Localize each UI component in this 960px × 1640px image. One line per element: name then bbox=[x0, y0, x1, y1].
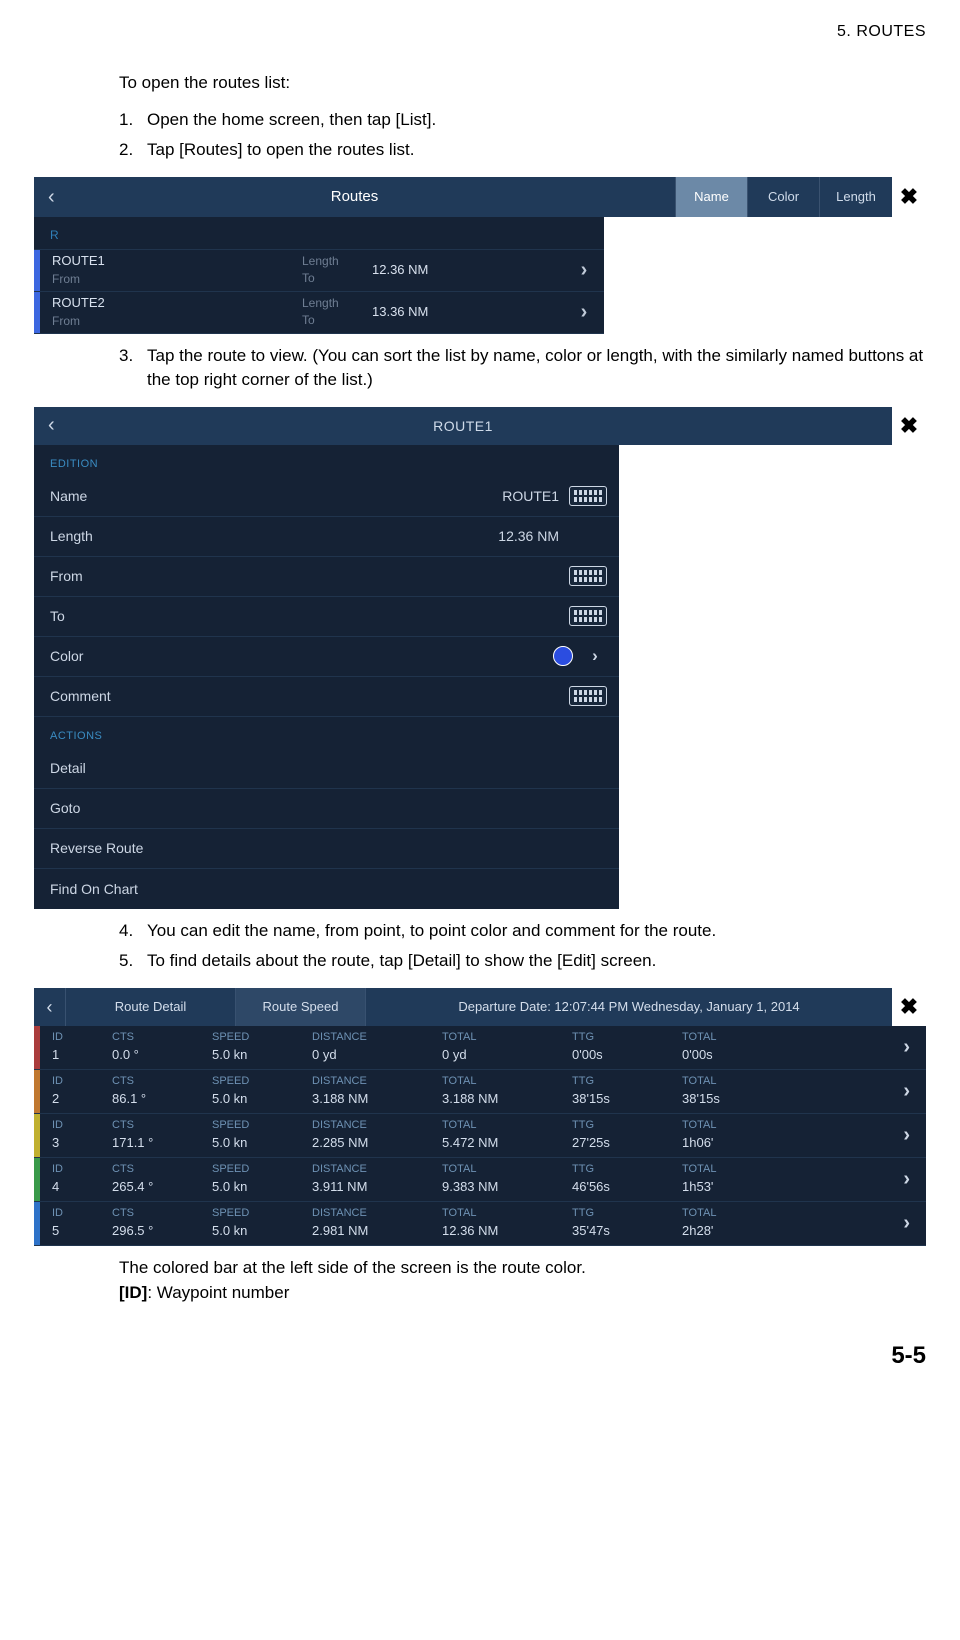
back-icon[interactable]: ‹ bbox=[34, 988, 66, 1026]
route-from-label: From bbox=[52, 313, 302, 330]
reverse-action[interactable]: Reverse Route bbox=[34, 829, 619, 869]
waypoint-row[interactable]: ID3CTS171.1 °SPEED5.0 knDISTANCE2.285 NM… bbox=[34, 1114, 926, 1158]
route-detail-screenshot: ‹ Route Detail Route Speed Departure Dat… bbox=[34, 988, 926, 1246]
keyboard-icon[interactable] bbox=[569, 686, 607, 706]
routes-list-screenshot: ‹ Routes Name Color Length ✖ R ROUTE1 Fr… bbox=[34, 177, 926, 333]
waypoint-row[interactable]: ID1CTS0.0 °SPEED5.0 knDISTANCE0 ydTOTAL0… bbox=[34, 1026, 926, 1070]
chevron-right-icon[interactable]: › bbox=[564, 292, 604, 333]
waypoint-row[interactable]: ID5CTS296.5 °SPEED5.0 knDISTANCE2.981 NM… bbox=[34, 1202, 926, 1246]
waypoint-row[interactable]: ID2CTS86.1 °SPEED5.0 knDISTANCE3.188 NMT… bbox=[34, 1070, 926, 1114]
chevron-right-icon[interactable]: › bbox=[792, 1070, 926, 1113]
chevron-right-icon[interactable]: › bbox=[792, 1026, 926, 1069]
waypoint-row[interactable]: ID4CTS265.4 °SPEED5.0 knDISTANCE3.911 NM… bbox=[34, 1158, 926, 1202]
chapter-header: 5. ROUTES bbox=[34, 20, 926, 43]
detail-action[interactable]: Detail bbox=[34, 749, 619, 789]
chevron-right-icon[interactable]: › bbox=[792, 1158, 926, 1201]
route-detail-title: Route Detail bbox=[66, 988, 236, 1026]
route-length: 13.36 NM bbox=[372, 303, 564, 322]
edition-section: EDITION bbox=[34, 445, 619, 477]
step-number: 5. bbox=[119, 949, 147, 974]
sort-name-button[interactable]: Name bbox=[676, 177, 748, 217]
section-letter: R bbox=[34, 217, 604, 249]
intro-text: To open the routes list: bbox=[119, 71, 926, 96]
route-row[interactable]: ROUTE2 From Length To 13.36 NM › bbox=[34, 292, 604, 334]
close-icon[interactable]: ✖ bbox=[892, 988, 926, 1026]
back-icon[interactable]: ‹ bbox=[48, 183, 55, 212]
name-row[interactable]: Name ROUTE1 bbox=[34, 477, 619, 517]
route-title: ROUTE1 bbox=[433, 416, 493, 436]
keyboard-icon[interactable] bbox=[569, 566, 607, 586]
find-on-chart-action[interactable]: Find On Chart bbox=[34, 869, 619, 909]
page-number: 5-5 bbox=[34, 1339, 926, 1374]
route-row[interactable]: ROUTE1 From Length To 12.36 NM › bbox=[34, 250, 604, 292]
length-value: 12.36 NM bbox=[210, 526, 607, 546]
chevron-right-icon[interactable]: › bbox=[583, 644, 607, 669]
sort-color-button[interactable]: Color bbox=[748, 177, 820, 217]
length-label: Length bbox=[302, 295, 372, 312]
comment-row[interactable]: Comment bbox=[34, 677, 619, 717]
route-edit-screenshot: ‹ ROUTE1 ✖ EDITION Name ROUTE1 Length 12… bbox=[34, 407, 926, 909]
to-label: To bbox=[302, 312, 372, 329]
to-label: To bbox=[50, 606, 210, 626]
route-speed-button[interactable]: Route Speed bbox=[236, 988, 366, 1026]
color-swatch bbox=[553, 646, 573, 666]
actions-section: ACTIONS bbox=[34, 717, 619, 749]
name-value: ROUTE1 bbox=[210, 486, 569, 506]
routes-title: Routes bbox=[331, 186, 379, 208]
length-row: Length 12.36 NM bbox=[34, 517, 619, 557]
route-name: ROUTE2 bbox=[52, 294, 302, 313]
close-icon[interactable]: ✖ bbox=[892, 177, 926, 217]
footer-id-line: [ID]: Waypoint number bbox=[119, 1281, 926, 1306]
sort-length-button[interactable]: Length bbox=[820, 177, 892, 217]
route-name: ROUTE1 bbox=[52, 252, 302, 271]
step-text: Tap [Routes] to open the routes list. bbox=[147, 138, 926, 163]
route-from-label: From bbox=[52, 271, 302, 288]
length-label: Length bbox=[50, 526, 210, 546]
step-number: 3. bbox=[119, 344, 147, 393]
footer-line: The colored bar at the left side of the … bbox=[119, 1256, 926, 1281]
step-text: Tap the route to view. (You can sort the… bbox=[147, 344, 926, 393]
back-icon[interactable]: ‹ bbox=[48, 411, 55, 440]
to-label: To bbox=[302, 270, 372, 287]
step-text: You can edit the name, from point, to po… bbox=[147, 919, 926, 944]
goto-action[interactable]: Goto bbox=[34, 789, 619, 829]
chevron-right-icon[interactable]: › bbox=[792, 1114, 926, 1157]
length-label: Length bbox=[302, 253, 372, 270]
step-number: 4. bbox=[119, 919, 147, 944]
step-text: To find details about the route, tap [De… bbox=[147, 949, 926, 974]
route-length: 12.36 NM bbox=[372, 261, 564, 280]
close-icon[interactable]: ✖ bbox=[892, 407, 926, 445]
from-row[interactable]: From bbox=[34, 557, 619, 597]
chevron-right-icon[interactable]: › bbox=[792, 1202, 926, 1245]
color-label: Color bbox=[50, 646, 210, 666]
from-label: From bbox=[50, 566, 210, 586]
to-row[interactable]: To bbox=[34, 597, 619, 637]
chevron-right-icon[interactable]: › bbox=[564, 250, 604, 291]
step-text: Open the home screen, then tap [List]. bbox=[147, 108, 926, 133]
keyboard-icon[interactable] bbox=[569, 606, 607, 626]
step-number: 2. bbox=[119, 138, 147, 163]
color-row[interactable]: Color › bbox=[34, 637, 619, 677]
departure-date[interactable]: Departure Date: 12:07:44 PM Wednesday, J… bbox=[366, 988, 892, 1026]
keyboard-icon[interactable] bbox=[569, 486, 607, 506]
name-label: Name bbox=[50, 486, 210, 506]
comment-label: Comment bbox=[50, 686, 210, 706]
step-number: 1. bbox=[119, 108, 147, 133]
